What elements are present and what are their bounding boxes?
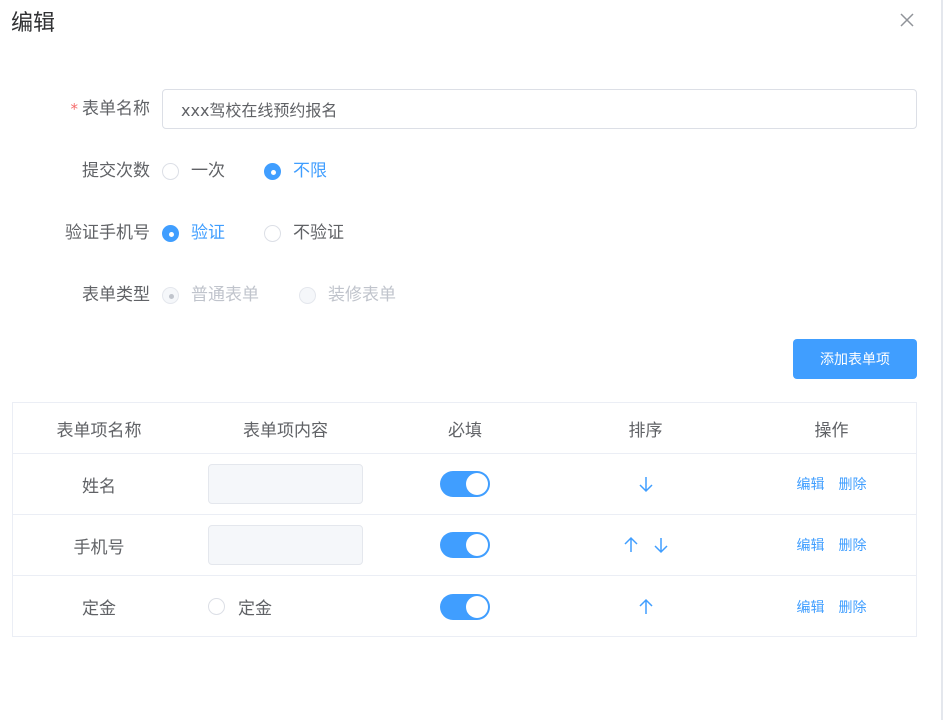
required-switch[interactable] [440,593,490,620]
submit-times-label: 提交次数 [82,161,150,181]
required-mark: * [70,100,79,118]
radio-circle-disabled-checked [162,286,179,304]
arrow-down-icon[interactable] [638,475,654,493]
required-switch[interactable] [440,471,490,497]
table-row: 定金 定金 编辑 删除 [13,576,916,637]
edit-link[interactable]: 编辑 [797,597,825,617]
radio-verify[interactable]: 验证 [162,221,225,245]
radio-circle [208,598,225,615]
add-form-item-button[interactable]: 添加表单项 [793,339,917,379]
table-row: 手机号 编辑 删除 [13,515,916,576]
radio-circle [264,224,281,242]
required-switch[interactable] [440,532,490,558]
table-row: 姓名 编辑 删除 [13,454,916,515]
radio-circle-checked [162,224,179,242]
radio-label: 一次 [191,161,225,181]
radio-once[interactable]: 一次 [162,159,225,183]
form-name-input[interactable] [162,89,917,129]
radio-circle-checked [264,162,281,180]
item-name: 定金 [82,599,116,619]
delete-link[interactable]: 删除 [839,597,867,617]
arrow-up-icon[interactable] [638,598,654,616]
radio-unlimited[interactable]: 不限 [264,159,327,183]
delete-link[interactable]: 删除 [839,535,867,555]
edit-dialog: 编辑 *表单名称 提交次数 一次 不限 验证手机号 验证 不验证 表单类型 普通… [0,0,943,720]
header-item-content: 表单项内容 [243,420,328,441]
radio-label: 验证 [191,223,225,243]
radio-label: 装修表单 [328,285,396,305]
radio-label: 不验证 [293,223,344,243]
header-actions: 操作 [814,420,849,441]
arrow-down-icon[interactable] [653,536,669,554]
deposit-radio[interactable]: 定金 [185,594,386,619]
radio-circle-disabled [299,286,316,304]
close-icon[interactable] [897,10,917,30]
form-type-label: 表单类型 [82,285,150,305]
edit-link[interactable]: 编辑 [797,535,825,555]
item-name: 手机号 [73,537,125,558]
item-name: 姓名 [82,476,116,497]
table-header: 表单项名称 表单项内容 必填 排序 操作 [13,403,916,454]
edit-link[interactable]: 编辑 [797,474,825,494]
radio-label: 定金 [238,599,272,619]
form-name-label: * 表单名称 [70,99,151,119]
radio-normal-form: 普通表单 [162,283,259,307]
header-sort: 排序 [628,420,663,441]
radio-label: 不限 [293,161,327,181]
radio-no-verify[interactable]: 不验证 [264,221,344,245]
header-item-name: 表单项名称 [56,420,142,441]
dialog-title: 编辑 [11,11,56,36]
verify-phone-label: 验证手机号 [65,223,150,243]
radio-decor-form: 装修表单 [299,283,396,307]
delete-link[interactable]: 删除 [839,474,867,494]
radio-label: 普通表单 [191,285,259,305]
arrow-up-icon[interactable] [623,536,639,554]
header-required: 必填 [448,420,482,441]
item-content-input[interactable] [208,464,363,504]
item-content-input[interactable] [208,525,363,565]
radio-circle [162,162,179,180]
form-items-table: 表单项名称 表单项内容 必填 排序 操作 姓名 编辑 删除 手机号 编辑 删除 … [12,402,917,637]
